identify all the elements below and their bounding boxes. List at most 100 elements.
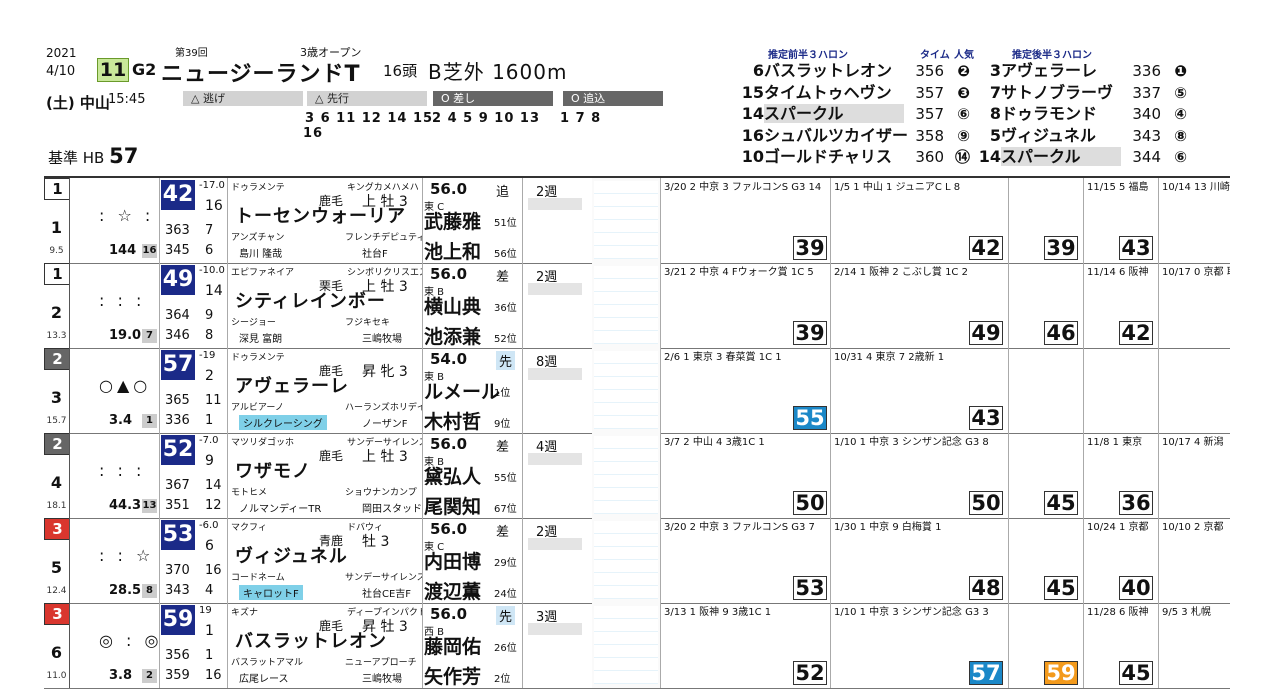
record-grid: [594, 351, 658, 429]
sire: ドゥラメンテ: [231, 183, 285, 193]
prev-race-1-figure: 39: [793, 236, 827, 260]
index-b: 365: [165, 393, 190, 408]
rank-back-time: 337: [1132, 83, 1161, 102]
odds: 12.4: [46, 586, 67, 596]
index-c2: 12: [205, 498, 222, 513]
weight: 56.0: [430, 605, 468, 623]
prediction-marks: ◎ : ◎: [99, 631, 160, 650]
interval-cell: 8週: [522, 348, 593, 433]
race-number: 11: [97, 58, 129, 82]
horse-row: 3 5 12.4 : : ☆ 28.5 8 53 -6.0 6 370 16 3…: [44, 518, 1230, 604]
positions-nige2: 16: [303, 126, 324, 141]
frame-number: 3: [44, 518, 69, 540]
prediction-marks: : : :: [99, 291, 146, 310]
training-bar: [528, 198, 582, 210]
prev-race-1-title: 3/7 2 中山 4 3歳1C 1: [664, 437, 765, 448]
sex-age: 昇 牝 3: [362, 364, 408, 380]
jockey-rank: 29位: [494, 558, 517, 569]
prev-race-1-figure: 50: [793, 491, 827, 515]
trainer-rank: 56位: [494, 249, 517, 260]
prev-race-2-figure: 43: [969, 406, 1003, 430]
prev-race-3-figure: 59: [1044, 661, 1078, 685]
record-cell: [592, 518, 661, 603]
trainer-name: 池添兼: [424, 326, 482, 348]
sire: キズナ: [231, 608, 259, 618]
index-diff: -19: [199, 350, 216, 361]
prev-race-5-title: 10/17 4 新潟: [1162, 437, 1224, 448]
training-bar: [528, 368, 582, 380]
index-cell: 42 -17.0 16 363 7 345 6: [159, 178, 228, 263]
index-c: 346: [165, 328, 190, 343]
horse-row: 1 2 13.3 : : : 19.0 7 49 -10.0 14 364 9 …: [44, 263, 1230, 349]
trainer-rank: 52位: [494, 334, 517, 345]
index-c2: 8: [205, 328, 214, 343]
running-style: 追: [496, 185, 510, 200]
horse-name: ワザモノ: [235, 461, 311, 482]
owner: キャロットF: [239, 585, 303, 600]
sex-age: 上 牡 3: [362, 449, 408, 465]
trainer-name: 渡辺薫: [424, 581, 482, 603]
speed-index: 42: [161, 180, 195, 210]
index-c: 345: [165, 243, 190, 258]
dam-sire-2: フレンチデピュティ: [345, 233, 423, 243]
prev-race-1-title: 3/13 1 阪神 9 3歳1C 1: [664, 607, 772, 618]
rank-front-name: シュバルツカイザー: [764, 125, 909, 145]
prev-race-5: 10/10 2 京都: [1158, 518, 1230, 603]
marks-cell: : : : 19.0 7: [69, 263, 160, 348]
weight: 56.0: [430, 435, 468, 453]
record-cell: [592, 263, 661, 348]
prev-race-2: 10/31 4 東京 7 2歳新 1 43: [830, 348, 1009, 433]
horse-row: 2 3 15.7 ○▲○ 3.4 1 57 -19 2 365 11 336 1…: [44, 348, 1230, 434]
race-year: 2021: [46, 46, 77, 60]
dam: コードネーム: [231, 573, 285, 583]
horse-name: ヴィジュネル: [235, 546, 348, 567]
horse-name: シティレインボー: [235, 291, 386, 312]
prev-race-4-figure: 36: [1119, 491, 1153, 515]
prev-race-3: [1008, 348, 1084, 433]
sire: ドゥラメンテ: [231, 353, 285, 363]
horse-info-cell: ドゥラメンテ 鹿毛 昇 牝 3 アヴェラーレ アルビアーノ ハーランズホリデイ …: [227, 348, 423, 433]
odds: 11.0: [46, 671, 67, 681]
prev-race-5: 10/17 4 新潟: [1158, 433, 1230, 518]
popularity-rank: 1: [142, 414, 157, 428]
popularity-rank: 8: [142, 584, 157, 598]
dam-sire-2: ショウナンカンプ: [345, 488, 417, 498]
index-diff: -7.0: [199, 435, 219, 446]
rank-back-item: 3アヴェラーレ 336 ❶: [975, 61, 1187, 80]
rank-front-no: 16: [741, 125, 764, 145]
style-sashi: O 差し: [433, 91, 553, 106]
prev-race-1-figure: 53: [793, 576, 827, 600]
jockey-cell: 54.0 先 東 B ルメール 1位 木村哲 9位: [422, 348, 523, 433]
prev-race-4: 11/15 5 福島 43: [1083, 178, 1159, 263]
index-c: 336: [165, 413, 190, 428]
odds: 9.5: [49, 246, 64, 256]
ranking-front-title: 推定前半３ハロン: [768, 50, 848, 61]
running-style: 差: [496, 525, 510, 540]
dam: バスラットアマル: [231, 658, 304, 668]
marks-cell: : : ☆ 28.5 8: [69, 518, 160, 603]
prev-race-4-figure: 40: [1119, 576, 1153, 600]
trainer-name: 尾関知: [424, 496, 482, 518]
prev-race-5-title: 10/10 2 京都: [1162, 522, 1224, 533]
jockey-name: 藤岡佑: [424, 636, 482, 658]
prev-race-4: 11/28 6 阪神 45: [1083, 603, 1159, 688]
owner: シルクレーシング: [239, 415, 327, 430]
index-b2: 7: [205, 223, 214, 238]
rank-front-name: バスラットレオン: [764, 61, 893, 80]
index-diff: -10.0: [199, 265, 225, 276]
index-a: 6: [205, 538, 214, 554]
marks-cell: ◎ : ◎ 3.8 2: [69, 603, 160, 688]
rank-back-no: 14: [978, 147, 1001, 166]
horse-info-cell: ドゥラメンテ キングカメハメハ 鹿毛 上 牡 3 トーセンウォーリア アンズチャ…: [227, 178, 423, 263]
prev-race-2-title: 1/30 1 中京 9 白梅賞 1: [834, 522, 942, 533]
prev-race-2-title: 1/5 1 中山 1 ジュニアC L 8: [834, 182, 961, 193]
race-date: 4/10: [46, 64, 76, 79]
breeder: 三嶋牧場: [362, 674, 402, 685]
running-style: 差: [496, 270, 510, 285]
index-c2: 6: [205, 243, 214, 258]
dam: アンズチャン: [231, 233, 285, 243]
index-cell: 53 -6.0 6 370 16 343 4: [159, 518, 228, 603]
jockey-rank: 1位: [494, 388, 511, 399]
jockey-cell: 56.0 追 東 C 武藤雅 51位 池上和 56位: [422, 178, 523, 263]
rank-back-no: 3: [989, 61, 1001, 80]
